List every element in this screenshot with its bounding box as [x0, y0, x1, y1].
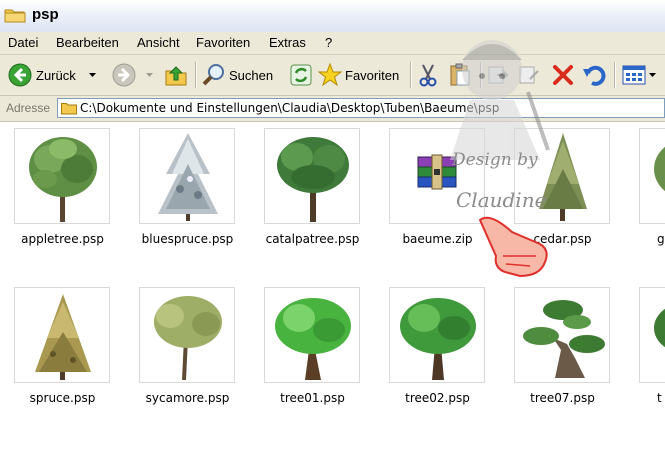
- back-button[interactable]: Zurück: [8, 59, 76, 91]
- menu-favoriten[interactable]: Favoriten: [196, 35, 250, 50]
- star-icon: [318, 63, 342, 87]
- address-label: Adresse: [6, 101, 51, 115]
- file-name: tree07.psp: [530, 391, 595, 405]
- file-name: sycamore.psp: [145, 391, 230, 405]
- menu-datei[interactable]: Datei: [8, 35, 38, 50]
- views-button[interactable]: [622, 59, 656, 91]
- spruce-tree-icon: [14, 287, 110, 383]
- menu-extras[interactable]: Extras: [269, 35, 306, 50]
- copy-to-button[interactable]: [518, 59, 542, 91]
- scissors-icon: [419, 64, 437, 87]
- menu-ansicht[interactable]: Ansicht: [137, 35, 180, 50]
- delete-x-icon: [553, 65, 573, 85]
- file-name: appletree.psp: [21, 232, 104, 246]
- file-item-tree01[interactable]: tree01.psp: [250, 281, 375, 421]
- folders-button[interactable]: [289, 59, 313, 91]
- file-item-go[interactable]: go: [625, 122, 665, 262]
- file-item-sycamore[interactable]: sycamore.psp: [125, 281, 250, 421]
- forward-button[interactable]: [112, 59, 136, 91]
- paste-button[interactable]: [448, 59, 472, 91]
- menu-help[interactable]: ?: [325, 35, 332, 50]
- file-name: cedar.psp: [533, 232, 592, 246]
- clipboard-icon: [450, 63, 470, 86]
- tree-icon: [639, 128, 665, 224]
- file-view[interactable]: appletree.psp bluespruce.psp catalpatree: [0, 122, 665, 459]
- folder-icon: [61, 103, 77, 115]
- file-item-appletree[interactable]: appletree.psp: [0, 122, 125, 262]
- file-item-tree07[interactable]: tree07.psp: [500, 281, 625, 421]
- back-dropdown[interactable]: [89, 59, 96, 91]
- blue-spruce-icon: [139, 128, 235, 224]
- address-path: C:\Dokumente und Einstellungen\Claudia\D…: [80, 101, 500, 115]
- file-item-catalpatree[interactable]: catalpatree.psp: [250, 122, 375, 262]
- up-folder-button[interactable]: [164, 59, 188, 91]
- address-bar: Adresse C:\Dokumente und Einstellungen\C…: [0, 96, 665, 122]
- file-item-tree02[interactable]: tree02.psp: [375, 281, 500, 421]
- undo-button[interactable]: [582, 59, 606, 91]
- bonsai-tree-icon: [514, 287, 610, 383]
- file-item-baeume-zip[interactable]: baeume.zip: [375, 122, 500, 262]
- tree-icon: [389, 287, 485, 383]
- title-bar[interactable]: psp: [0, 0, 665, 32]
- view-grid-icon: [622, 65, 646, 85]
- back-arrow-icon: [8, 63, 32, 87]
- file-item-spruce[interactable]: spruce.psp: [0, 281, 125, 421]
- catalpa-tree-icon: [264, 128, 360, 224]
- move-to-icon: [488, 66, 509, 84]
- address-input[interactable]: C:\Dokumente und Einstellungen\Claudia\D…: [57, 98, 665, 118]
- tree-icon: [264, 287, 360, 383]
- file-name: catalpatree.psp: [265, 232, 360, 246]
- file-name: bluespruce.psp: [141, 232, 234, 246]
- zip-archive-icon: [389, 128, 485, 224]
- search-label: Suchen: [229, 67, 274, 83]
- file-name: tree02.psp: [405, 391, 470, 405]
- file-name: baeume.zip: [402, 232, 473, 246]
- folder-up-icon: [165, 66, 187, 86]
- file-name: t: [657, 391, 662, 405]
- search-icon: [202, 64, 224, 86]
- folders-sync-icon: [290, 64, 312, 86]
- delete-button[interactable]: [551, 59, 575, 91]
- folder-icon: [4, 9, 26, 23]
- file-name: spruce.psp: [29, 391, 96, 405]
- forward-dropdown[interactable]: [146, 59, 153, 91]
- toolbar: Zurück Suchen Favoriten: [0, 55, 665, 96]
- apple-tree-icon: [14, 128, 110, 224]
- dropdown-arrow-icon: [89, 72, 96, 77]
- cut-button[interactable]: [416, 59, 440, 91]
- file-item-cedar[interactable]: cedar.psp: [500, 122, 625, 262]
- dropdown-arrow-icon: [146, 72, 153, 77]
- favorites-button[interactable]: Favoriten: [318, 59, 399, 91]
- forward-arrow-icon: [112, 63, 136, 87]
- tree-icon: [639, 287, 665, 383]
- move-to-button[interactable]: [487, 59, 511, 91]
- file-item-t[interactable]: t: [625, 281, 665, 421]
- file-name: go: [657, 232, 665, 246]
- dropdown-arrow-icon: [649, 72, 656, 77]
- search-button[interactable]: Suchen: [202, 59, 273, 91]
- cedar-tree-icon: [514, 128, 610, 224]
- menu-bar: Datei Bearbeiten Ansicht Favoriten Extra…: [0, 32, 665, 55]
- copy-to-icon: [519, 66, 539, 84]
- window-title: psp: [32, 6, 59, 23]
- favorites-label: Favoriten: [345, 67, 400, 83]
- file-item-bluespruce[interactable]: bluespruce.psp: [125, 122, 250, 262]
- menu-bearbeiten[interactable]: Bearbeiten: [56, 35, 119, 50]
- sycamore-tree-icon: [139, 287, 235, 383]
- file-name: tree01.psp: [280, 391, 345, 405]
- back-label: Zurück: [36, 67, 76, 83]
- undo-icon: [583, 65, 606, 86]
